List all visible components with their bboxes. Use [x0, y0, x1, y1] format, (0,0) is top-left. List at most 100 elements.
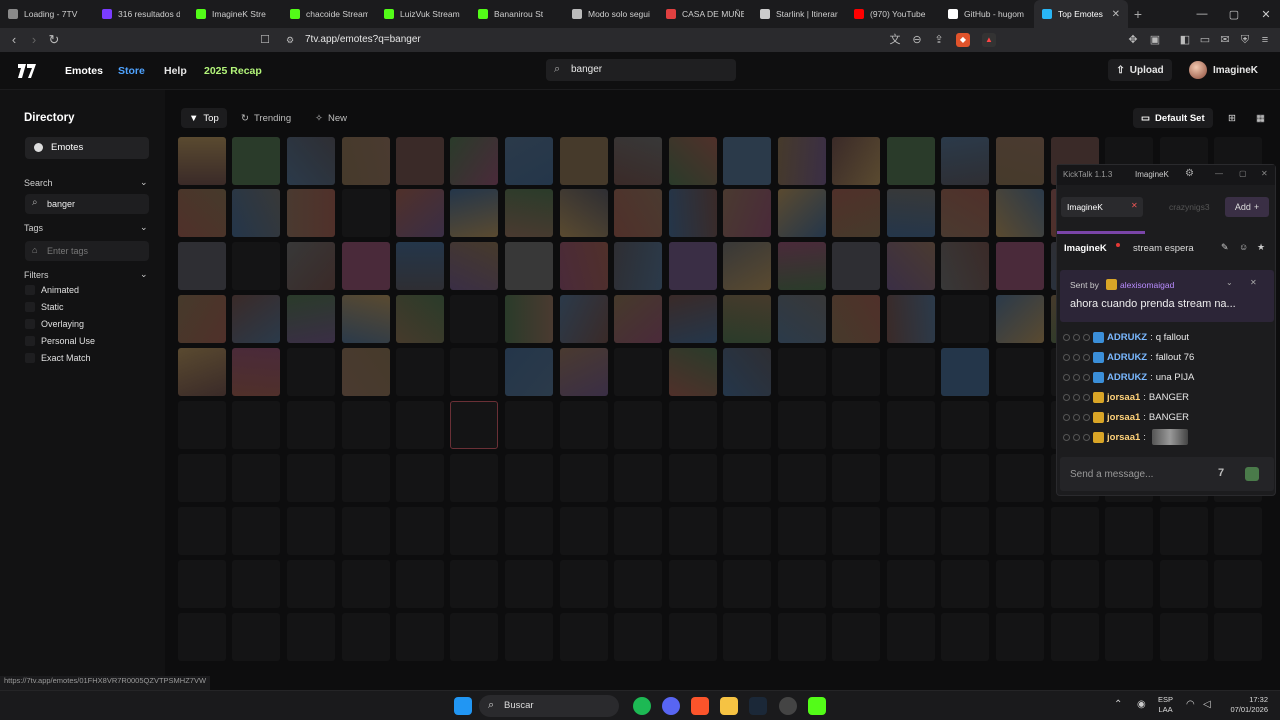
emote-card[interactable]	[996, 613, 1044, 661]
emote-card[interactable]	[287, 295, 335, 343]
chevron-down-icon[interactable]: ⌄	[1226, 278, 1233, 287]
emote-card[interactable]	[178, 137, 226, 185]
emote-card[interactable]	[342, 348, 390, 396]
emote-card[interactable]	[505, 613, 553, 661]
emote-card[interactable]	[450, 295, 498, 343]
emote-card[interactable]	[232, 507, 280, 555]
emote-card[interactable]	[1214, 507, 1262, 555]
zoom-icon[interactable]: ⊖	[910, 33, 924, 47]
browser-tab[interactable]: Starlink | Itinerari	[752, 0, 846, 28]
upload-button[interactable]: ⇧ Upload	[1108, 59, 1172, 81]
unpin-icon[interactable]: ✕	[1250, 278, 1257, 287]
emote-card[interactable]	[614, 348, 662, 396]
emote-card[interactable]	[669, 613, 717, 661]
emote-card[interactable]	[941, 454, 989, 502]
emote-card[interactable]	[450, 137, 498, 185]
minimize-window-icon[interactable]: —	[1186, 0, 1218, 28]
emote-card[interactable]	[723, 613, 771, 661]
emote-card[interactable]	[778, 613, 826, 661]
settings-gear-icon[interactable]: ⚙	[1185, 168, 1194, 179]
emote-card[interactable]	[287, 348, 335, 396]
emote-card[interactable]	[560, 507, 608, 555]
kick-icon[interactable]	[808, 697, 826, 715]
emote-card[interactable]	[560, 348, 608, 396]
emote-card[interactable]	[232, 401, 280, 449]
emote-card[interactable]	[396, 242, 444, 290]
emote-card[interactable]	[396, 189, 444, 237]
emote-card[interactable]	[723, 454, 771, 502]
emote-card[interactable]	[287, 242, 335, 290]
share-icon[interactable]: ⇪	[932, 33, 946, 47]
emote-card[interactable]	[669, 507, 717, 555]
browser-tab[interactable]: ImagineK Stre	[188, 0, 282, 28]
timeout-icon[interactable]	[1073, 393, 1080, 401]
spotify-icon[interactable]	[633, 697, 651, 715]
emote-card[interactable]	[778, 560, 826, 608]
emote-card[interactable]	[450, 454, 498, 502]
header-search[interactable]: ⌕ banger	[546, 59, 736, 81]
emote-card[interactable]	[1160, 507, 1208, 555]
emote-picker-icon[interactable]	[1245, 467, 1259, 481]
sidebar-toggle-icon[interactable]: ◧	[1178, 33, 1192, 47]
user-icon[interactable]: ☺	[1239, 242, 1248, 252]
emote-card[interactable]	[1160, 560, 1208, 608]
volume-icon[interactable]: ◁	[1203, 699, 1211, 710]
emote-card[interactable]	[941, 189, 989, 237]
emote-card[interactable]	[996, 189, 1044, 237]
tab-new[interactable]: ✧ New	[307, 108, 355, 128]
emote-card[interactable]	[505, 507, 553, 555]
emote-card[interactable]	[1105, 613, 1153, 661]
emote-card[interactable]	[669, 560, 717, 608]
emote-card[interactable]	[178, 613, 226, 661]
emote-card[interactable]	[614, 613, 662, 661]
site-info-icon[interactable]: ⚙	[283, 33, 297, 47]
checkbox[interactable]	[25, 353, 35, 363]
mod-action-icon[interactable]	[1063, 433, 1070, 441]
app-icon[interactable]	[779, 697, 797, 715]
emote-card[interactable]	[832, 507, 880, 555]
emote-card[interactable]	[232, 613, 280, 661]
emote-card[interactable]	[450, 189, 498, 237]
browser-tab[interactable]: (970) YouTube	[846, 0, 940, 28]
grid-large-toggle[interactable]: ▦	[1248, 108, 1273, 128]
mod-action-icon[interactable]	[1063, 353, 1070, 361]
emote-card[interactable]	[723, 137, 771, 185]
timeout-icon[interactable]	[1073, 373, 1080, 381]
emote-card[interactable]	[778, 507, 826, 555]
emote-card[interactable]	[178, 454, 226, 502]
close-tab-icon[interactable]: ✕	[1112, 9, 1120, 20]
steam-icon[interactable]	[749, 697, 767, 715]
emote-card[interactable]	[560, 242, 608, 290]
new-tab-icon[interactable]: +	[1128, 6, 1148, 22]
emote-card[interactable]	[996, 560, 1044, 608]
maximize-icon[interactable]: ▢	[1239, 169, 1247, 178]
emote-card[interactable]	[505, 401, 553, 449]
emote-card[interactable]	[723, 242, 771, 290]
emote-card[interactable]	[450, 348, 498, 396]
emote-card[interactable]	[832, 137, 880, 185]
forward-icon[interactable]: ›	[26, 32, 42, 48]
emote-card[interactable]	[832, 189, 880, 237]
emote-card[interactable]	[396, 401, 444, 449]
emote-card[interactable]	[669, 295, 717, 343]
emote-card[interactable]	[669, 137, 717, 185]
emote-card[interactable]	[614, 189, 662, 237]
emote-card[interactable]	[342, 137, 390, 185]
emote-card[interactable]	[342, 242, 390, 290]
emote-card[interactable]	[178, 560, 226, 608]
sidebar-search-input[interactable]: banger	[47, 199, 75, 209]
ban-icon[interactable]	[1083, 353, 1090, 361]
emote-card[interactable]	[560, 560, 608, 608]
chevron-down-icon[interactable]: ⌄	[140, 222, 148, 233]
nav-2025-recap[interactable]: 2025 Recap	[204, 65, 262, 77]
7tv-emote-picker-icon[interactable]: 7	[1218, 467, 1224, 479]
emote-card[interactable]	[396, 507, 444, 555]
browser-tab[interactable]: chacoide Stream	[282, 0, 376, 28]
timeout-icon[interactable]	[1073, 413, 1080, 421]
emote-card[interactable]	[723, 507, 771, 555]
grid-small-toggle[interactable]: ⊞	[1220, 108, 1244, 128]
leo-icon[interactable]: ✉	[1218, 33, 1232, 47]
emote-card[interactable]	[342, 295, 390, 343]
sidebar-item-emotes[interactable]: Emotes	[25, 137, 149, 159]
nav-emotes[interactable]: Emotes	[65, 65, 103, 77]
